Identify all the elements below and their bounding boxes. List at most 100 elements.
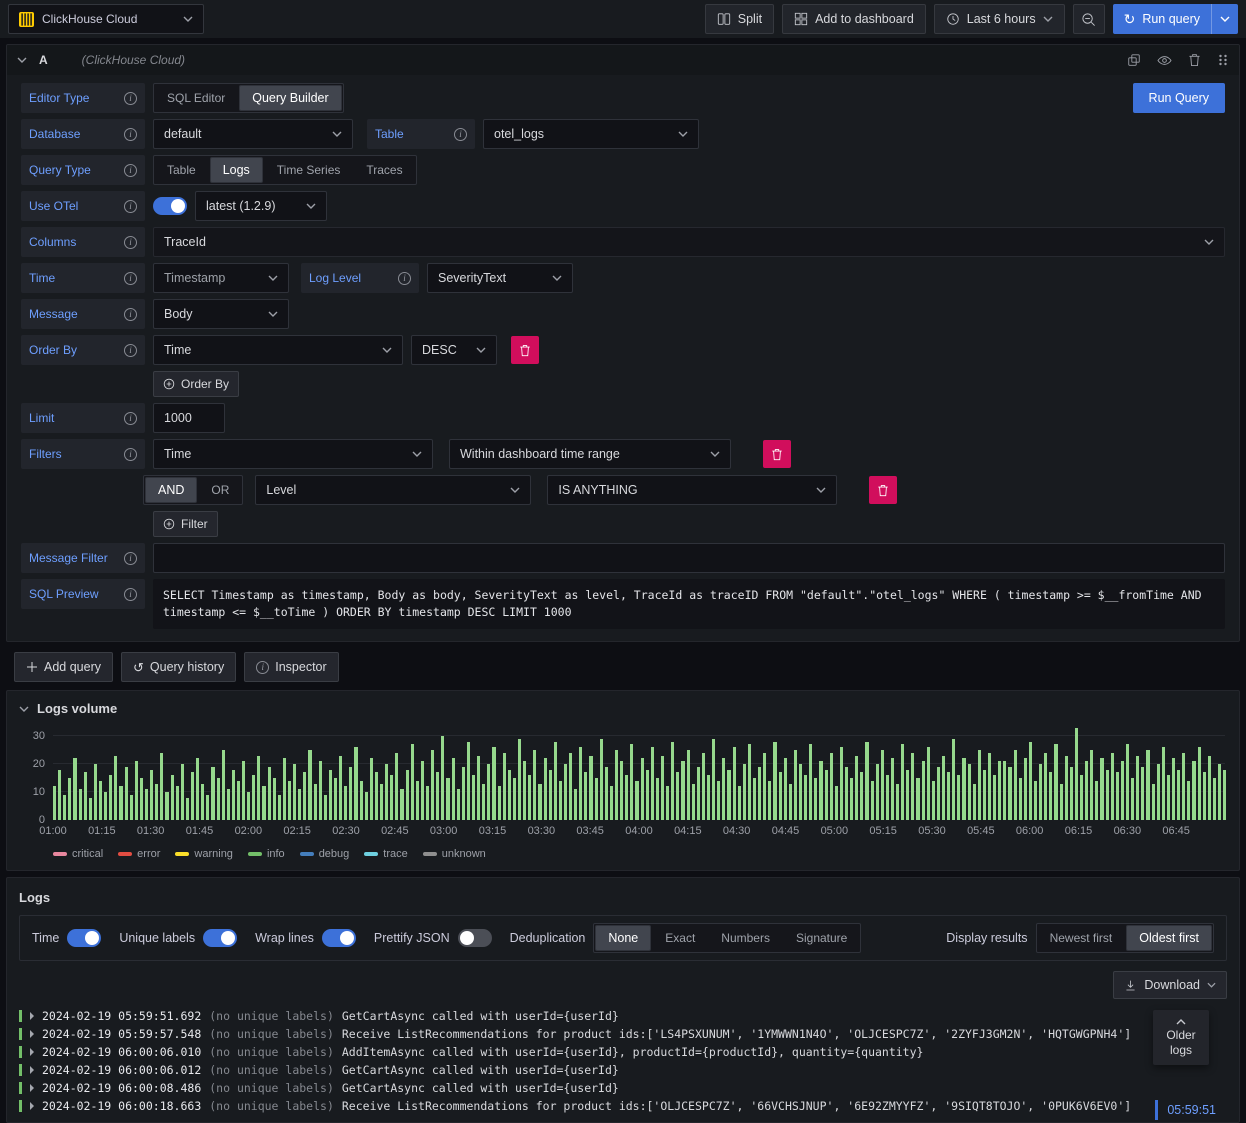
info-icon[interactable]: i (124, 163, 137, 177)
editor-type-builder[interactable]: Query Builder (239, 85, 342, 111)
info-icon[interactable]: i (398, 271, 411, 285)
log-row[interactable]: 2024-02-19 06:00:08.486 (no unique labels… (19, 1079, 1227, 1097)
duplicate-icon[interactable] (1127, 53, 1141, 67)
prettify-json-toggle[interactable] (457, 929, 492, 947)
eye-icon[interactable] (1157, 54, 1172, 67)
collapse-chevron-icon[interactable] (17, 57, 27, 63)
info-icon[interactable]: i (124, 307, 137, 321)
explore-actions: Add query ↺ Query history i Inspector (14, 652, 1240, 682)
info-icon[interactable]: i (124, 587, 137, 601)
y-tick-label: 20 (32, 758, 45, 770)
info-icon[interactable]: i (124, 411, 137, 425)
run-query-dropdown[interactable] (1211, 4, 1238, 34)
zoom-out-button[interactable] (1072, 4, 1105, 34)
otel-version-select[interactable]: latest (1.2.9) (195, 191, 327, 221)
wrap-lines-toggle[interactable] (321, 929, 356, 947)
filter2-field-select[interactable]: Level (255, 475, 532, 505)
log-row[interactable]: 2024-02-19 06:00:06.012 (no unique labels… (19, 1061, 1227, 1079)
table-select[interactable]: otel_logs (483, 119, 699, 149)
inspector-button[interactable]: i Inspector (244, 652, 339, 682)
legend-item-trace[interactable]: trace (364, 848, 408, 860)
add-to-dashboard-button[interactable]: Add to dashboard (782, 4, 926, 34)
panel-run-query-button[interactable]: Run Query (1132, 83, 1225, 113)
filter-bool-and[interactable]: AND (145, 477, 198, 503)
trash-icon[interactable] (1188, 53, 1201, 67)
info-icon[interactable]: i (454, 127, 467, 141)
info-icon[interactable]: i (124, 235, 137, 249)
datasource-picker[interactable]: ClickHouse Cloud (8, 4, 204, 34)
message-filter-input[interactable] (153, 543, 1225, 573)
database-select[interactable]: default (153, 119, 353, 149)
remove-filter-button[interactable] (763, 440, 791, 468)
query-type-traces[interactable]: Traces (354, 157, 414, 183)
log-row[interactable]: 2024-02-19 06:00:18.663 (no unique labels… (19, 1097, 1227, 1115)
volume-bar (977, 750, 981, 820)
columns-select[interactable]: TraceId (153, 227, 1225, 257)
volume-bar (385, 764, 389, 820)
legend-item-debug[interactable]: debug (299, 848, 349, 860)
add-order-by-button[interactable]: Order By (153, 371, 240, 397)
volume-bar (931, 780, 935, 820)
dedup-signature[interactable]: Signature (784, 925, 859, 951)
legend-item-warning[interactable]: warning (175, 848, 233, 860)
info-icon[interactable]: i (124, 199, 137, 213)
query-type-group: Table Logs Time Series Traces (153, 155, 417, 185)
volume-bar (993, 775, 997, 820)
info-icon[interactable]: i (124, 447, 137, 461)
log-level-select[interactable]: SeverityText (427, 263, 573, 293)
volume-bar (1171, 758, 1176, 820)
log-row[interactable]: 2024-02-19 05:59:57.548 (no unique labels… (19, 1025, 1227, 1043)
display-newest-first[interactable]: Newest first (1038, 925, 1125, 951)
remove-order-by-button[interactable] (511, 336, 539, 364)
legend-item-critical[interactable]: critical (53, 848, 103, 860)
dedup-none[interactable]: None (595, 925, 652, 951)
legend-item-info[interactable]: info (247, 848, 285, 860)
volume-bar (1110, 752, 1114, 820)
filter-field-select[interactable]: Time (153, 439, 433, 469)
info-icon[interactable]: i (124, 127, 137, 141)
volume-bar (119, 786, 123, 820)
collapse-chevron-icon[interactable] (19, 706, 29, 712)
limit-input[interactable] (153, 403, 225, 433)
volume-bar (170, 775, 174, 820)
time-column-select[interactable]: Timestamp (153, 263, 289, 293)
dedup-numbers[interactable]: Numbers (709, 925, 782, 951)
query-type-logs[interactable]: Logs (209, 157, 263, 183)
remove-filter2-button[interactable] (869, 476, 898, 504)
info-icon[interactable]: i (124, 271, 137, 285)
message-column-select[interactable]: Body (153, 299, 289, 329)
editor-type-sql[interactable]: SQL Editor (155, 85, 237, 111)
order-by-field-select[interactable]: Time (153, 335, 403, 365)
run-query-button[interactable]: ↻ Run query (1113, 4, 1211, 34)
time-toggle[interactable] (67, 929, 102, 947)
use-otel-toggle[interactable] (153, 197, 187, 215)
info-icon[interactable]: i (124, 91, 137, 105)
log-row[interactable]: 2024-02-19 06:00:06.010 (no unique labels… (19, 1043, 1227, 1061)
query-type-table[interactable]: Table (155, 157, 208, 183)
query-history-button[interactable]: ↺ Query history (120, 652, 237, 682)
log-row[interactable]: 2024-02-19 05:59:51.692 (no unique labels… (19, 1007, 1227, 1025)
display-oldest-first[interactable]: Oldest first (1126, 925, 1212, 951)
time-range-picker[interactable]: Last 6 hours (933, 4, 1065, 34)
legend-item-unknown[interactable]: unknown (422, 848, 486, 860)
split-button[interactable]: Split (704, 4, 775, 34)
filter-bool-or[interactable]: OR (199, 477, 241, 503)
older-logs-button[interactable]: Older logs (1153, 1010, 1209, 1065)
download-button[interactable]: Download (1113, 971, 1227, 999)
add-filter-button[interactable]: Filter (153, 511, 218, 537)
volume-bar (492, 747, 496, 820)
filter2-operator-select[interactable]: IS ANYTHING (547, 475, 838, 505)
filter-operator-select[interactable]: Within dashboard time range (449, 439, 731, 469)
chevron-down-icon (710, 451, 720, 457)
add-query-button[interactable]: Add query (14, 652, 113, 682)
drag-handle-icon[interactable] (1217, 54, 1229, 66)
scroll-time-indicator[interactable]: 05:59:51 (1155, 1100, 1225, 1120)
order-by-direction-select[interactable]: DESC (411, 335, 497, 365)
info-icon[interactable]: i (124, 343, 137, 357)
legend-item-error[interactable]: error (118, 848, 160, 860)
query-ref-id: A (39, 53, 48, 67)
query-type-timeseries[interactable]: Time Series (265, 157, 353, 183)
info-icon[interactable]: i (124, 551, 137, 565)
dedup-exact[interactable]: Exact (653, 925, 707, 951)
unique-labels-toggle[interactable] (203, 929, 238, 947)
